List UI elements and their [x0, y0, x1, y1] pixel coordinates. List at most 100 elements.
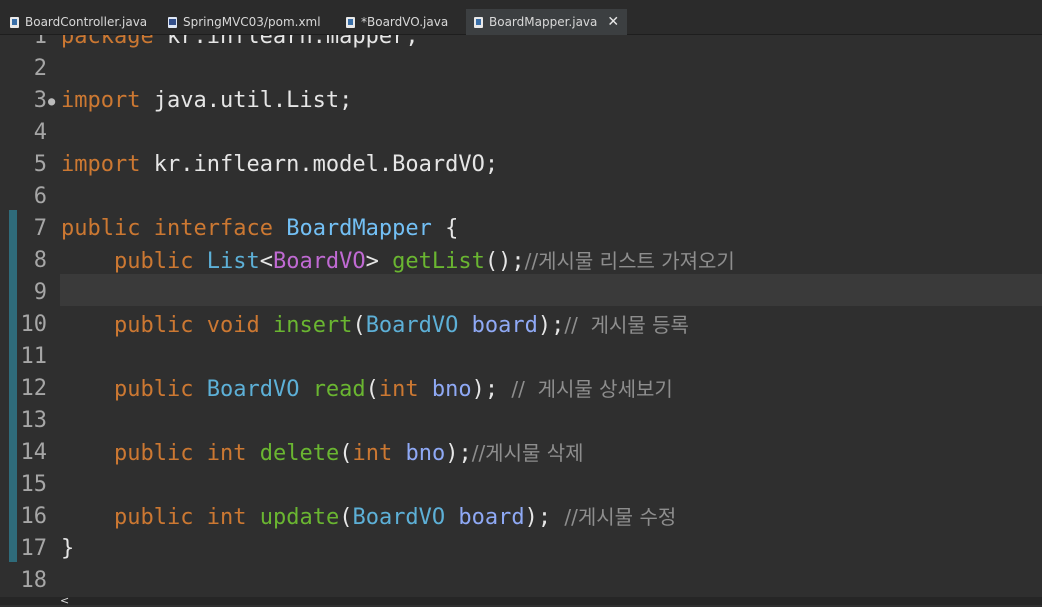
code-token: >: [365, 249, 393, 274]
code-text: public interface BoardMapper {: [61, 213, 458, 245]
line-number: 3: [33, 88, 47, 113]
code-token: insert: [272, 313, 353, 338]
code-token: );: [471, 377, 512, 402]
line-number: 6: [33, 184, 47, 209]
code-token: BoardVO: [206, 377, 300, 402]
code-token: public: [61, 216, 141, 241]
code-token: (: [352, 313, 366, 338]
code-line[interactable]: 17}: [0, 533, 1042, 565]
code-token: (: [339, 441, 353, 466]
code-token: int: [378, 377, 419, 402]
code-token: int: [206, 505, 247, 530]
code-line[interactable]: 4: [0, 117, 1042, 149]
tab-label: SpringMVC03/pom.xml: [183, 15, 321, 29]
tab-boardcontroller[interactable]: BoardController.java: [10, 10, 147, 34]
line-number: 5: [33, 152, 47, 177]
tab-pom-xml[interactable]: SpringMVC03/pom.xml: [168, 10, 321, 34]
code-editor[interactable]: 1 package kr.inflearn.mapper; 2 3 ● import ja…: [0, 35, 1042, 597]
code-line[interactable]: 8 public List<BoardVO> getList();//게시물 리…: [0, 245, 1042, 277]
code-token: bno: [431, 377, 472, 402]
line-number: 7: [33, 216, 47, 241]
java-file-icon: [346, 16, 355, 28]
code-token: {: [431, 216, 459, 241]
code-token: int: [206, 441, 247, 466]
code-token: package: [61, 35, 154, 49]
code-token: //게시물 수정: [564, 505, 677, 529]
line-number: 4: [33, 120, 47, 145]
code-token: update: [259, 505, 340, 530]
code-token: import: [61, 88, 141, 113]
code-line[interactable]: 6: [0, 181, 1042, 213]
code-token: interface: [153, 216, 273, 241]
code-line[interactable]: 12 public BoardVO read(int bno); // 게시물 …: [0, 373, 1042, 405]
code-token: // 게시물 등록: [564, 313, 689, 337]
code-text: public int delete(int bno);//게시물 삭제: [61, 437, 584, 470]
line-number: 15: [20, 472, 48, 497]
editor-tab-bar: BoardController.java SpringMVC03/pom.xml…: [0, 0, 1042, 35]
java-file-icon: [10, 16, 19, 28]
line-number: 12: [20, 376, 48, 401]
code-line[interactable]: 13: [0, 405, 1042, 437]
code-token: int: [352, 441, 393, 466]
code-token: (: [365, 377, 379, 402]
code-token: );: [445, 441, 472, 466]
code-text: import java.util.List;: [61, 85, 352, 117]
code-text: public int update(BoardVO board); //게시물 …: [61, 501, 676, 534]
code-token: public: [113, 249, 194, 274]
horizontal-scrollbar[interactable]: <: [0, 594, 1042, 607]
code-token: public: [113, 313, 194, 338]
line-number: 1: [33, 35, 47, 49]
line-number: 18: [20, 568, 48, 593]
code-token: List: [206, 249, 260, 274]
code-line[interactable]: 11: [0, 341, 1042, 373]
line-number: 13: [20, 408, 48, 433]
scroll-left-arrow-icon[interactable]: <: [60, 594, 69, 607]
code-line[interactable]: 9: [0, 277, 1042, 309]
code-line[interactable]: 5 import kr.inflearn.model.BoardVO;: [0, 149, 1042, 181]
line-number: 10: [20, 312, 48, 337]
tab-label: BoardMapper.java: [489, 15, 598, 29]
code-text: import kr.inflearn.model.BoardVO;: [61, 149, 498, 181]
tab-boardmapper[interactable]: BoardMapper.java ✕: [466, 9, 628, 35]
java-file-icon: [474, 16, 483, 28]
line-number: 16: [20, 504, 48, 529]
close-tab-icon[interactable]: ✕: [607, 14, 619, 30]
code-token: import: [61, 152, 141, 177]
code-token: //게시물 리스트 가져오기: [524, 249, 735, 273]
fold-marker-icon[interactable]: ●: [48, 85, 55, 117]
code-token: kr.inflearn.mapper;: [153, 35, 419, 49]
code-line[interactable]: 14 public int delete(int bno);//게시물 삭제: [0, 437, 1042, 469]
code-line[interactable]: 18: [0, 565, 1042, 597]
code-line[interactable]: 1 package kr.inflearn.mapper;: [0, 35, 1042, 53]
tab-boardvo[interactable]: *BoardVO.java: [346, 10, 448, 34]
code-line[interactable]: 16 public int update(BoardVO board); //게…: [0, 501, 1042, 533]
code-token: public: [113, 377, 194, 402]
code-line[interactable]: 2: [0, 53, 1042, 85]
code-line[interactable]: 15: [0, 469, 1042, 501]
xml-file-icon: [168, 16, 177, 28]
code-token: board: [458, 505, 525, 530]
code-text: public BoardVO read(int bno); // 게시물 상세보…: [61, 373, 673, 406]
code-line[interactable]: 10 public void insert(BoardVO board);// …: [0, 309, 1042, 341]
code-line[interactable]: 3 ● import java.util.List;: [0, 85, 1042, 117]
code-token: board: [471, 313, 538, 338]
code-token: BoardVO: [352, 505, 446, 530]
code-token: BoardMapper: [286, 216, 432, 241]
code-token: (: [339, 505, 353, 530]
code-text: package kr.inflearn.mapper;: [61, 35, 419, 53]
code-token: read: [312, 377, 366, 402]
code-line[interactable]: 7 public interface BoardMapper {: [0, 213, 1042, 245]
